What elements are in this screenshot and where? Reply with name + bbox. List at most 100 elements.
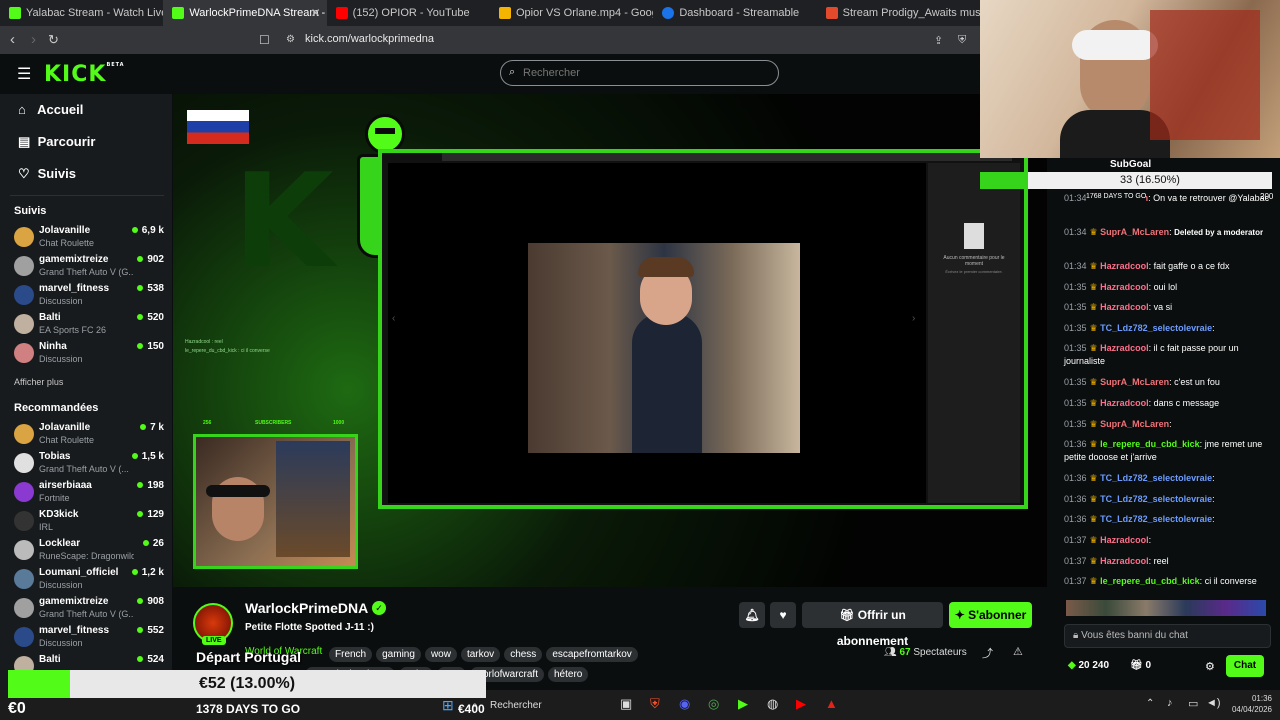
tab-yalabac[interactable]: Yalabac Stream - Watch Live on Kick — [0, 0, 163, 26]
obs-app-icon[interactable]: ◍ — [767, 696, 778, 712]
divider — [10, 195, 164, 196]
discord-app-icon[interactable]: ◉ — [679, 696, 690, 712]
chat-send-button[interactable]: Chat — [1226, 655, 1264, 677]
share-icon[interactable]: ⇪ — [934, 34, 943, 47]
sidebar-channel[interactable]: Tobias Grand Theft Auto V (... 1,5 k — [14, 451, 164, 479]
tray-chevron-icon[interactable]: ⌃ — [1146, 698, 1154, 709]
chat-username[interactable]: TC_Ldz782_selectolevraie — [1100, 473, 1212, 483]
next-photo-icon[interactable]: › — [912, 313, 915, 324]
tab-youtube[interactable]: (152) OPIOR - YouTube — [327, 0, 490, 26]
pdf-app-icon[interactable]: ▲ — [825, 696, 838, 711]
tab-warlockprimedna[interactable]: WarlockPrimeDNA Stream - V ✕ — [163, 0, 327, 26]
chat-username[interactable]: TC_Ldz782_selectolevraie — [1100, 514, 1212, 524]
tag[interactable]: chess — [504, 647, 543, 662]
chat-username[interactable]: SuprA_McLaren — [1100, 419, 1169, 429]
gift-subscription-button[interactable]: 🎁︎ Offrir un abonnement — [802, 602, 943, 648]
sidebar-channel[interactable]: Balti EA Sports FC 26 520 — [14, 312, 164, 340]
chat-settings-icon[interactable]: ⚙ — [1205, 660, 1215, 673]
tab-stream-list[interactable]: Stream Prodigy_Awaits music | List — [817, 0, 980, 26]
network-icon[interactable]: ▭ — [1188, 697, 1198, 710]
sidebar-channel[interactable]: marvel_fitness Discussion 538 — [14, 283, 164, 311]
chrome-app-icon[interactable]: ◎ — [708, 696, 719, 712]
subscribe-button[interactable]: ✦ S'abonner — [949, 602, 1032, 628]
sidebar: ⌂ Accueil ▤ Parcourir ♡ Suivis Suivis Jo… — [0, 94, 172, 690]
sidebar-channel[interactable]: Jolavanille Chat Roulette 6,9 k — [14, 225, 164, 253]
channel-name: Balti — [39, 312, 61, 323]
brave-shield-icon[interactable]: ⛨ — [958, 34, 966, 47]
tag[interactable]: tarkov — [460, 647, 501, 662]
tag[interactable]: escapefromtarkov — [546, 647, 638, 662]
chat-username[interactable]: TC_Ldz782_selectolevraie — [1100, 323, 1212, 333]
tag[interactable]: gaming — [376, 647, 421, 662]
chat-username[interactable]: Hazradcool — [1100, 535, 1149, 545]
kick-app-icon[interactable]: ▶ — [738, 696, 748, 712]
back-icon[interactable]: ‹ — [10, 31, 15, 48]
message-separator: : — [1212, 322, 1215, 333]
notification-bell-button[interactable]: 🔔︎ — [739, 602, 765, 628]
search-input[interactable] — [523, 67, 763, 79]
show-more-link[interactable]: Afficher plus — [14, 377, 63, 387]
bookmark-icon[interactable]: ☐ — [259, 33, 270, 47]
viewer-count: 524 — [137, 654, 164, 665]
report-icon[interactable]: ⚠ — [1013, 645, 1023, 658]
chat-username[interactable]: SuprA_McLaren — [1100, 377, 1169, 387]
chat-username[interactable]: Hazradcool — [1100, 282, 1149, 292]
chat-username[interactable]: Hazradcool — [1100, 261, 1149, 271]
russian-flag — [187, 110, 249, 144]
sidebar-channel[interactable]: airserbiaaa Fortnite 198 — [14, 480, 164, 508]
close-tab-icon[interactable]: ✕ — [311, 0, 321, 26]
sidebar-channel[interactable]: gamemixtreize Grand Theft Auto V (G... 902 — [14, 254, 164, 282]
sidebar-channel[interactable]: gamemixtreize Grand Theft Auto V (G... 908 — [14, 596, 164, 624]
gift-count[interactable]: 🎁︎ 0 — [1130, 660, 1151, 671]
channel-name[interactable]: WarlockPrimeDNA — [245, 600, 368, 616]
prev-photo-icon[interactable]: ‹ — [392, 313, 395, 324]
sidebar-item-home[interactable]: ⌂ Accueil — [18, 102, 83, 117]
sidebar-channel[interactable]: Locklear RuneScape: Dragonwilds 26 — [14, 538, 164, 566]
chat-username[interactable]: le_repere_du_cbd_kick — [1100, 576, 1200, 586]
forward-icon[interactable]: › — [31, 31, 36, 48]
chat-username[interactable]: SuprA_McLaren — [1100, 227, 1169, 237]
chat-username[interactable]: le_repere_du_cbd_kick — [1100, 439, 1200, 449]
chat-username[interactable]: TC_Ldz782_selectolevraie — [1100, 494, 1212, 504]
tag[interactable]: French — [329, 647, 373, 662]
video-player[interactable]: K Hazradcool : reel le_repere_du_cbd_kic… — [173, 94, 1047, 587]
badge-icon: ♛ — [1089, 227, 1101, 237]
channel-points[interactable]: ◆ 20 240 — [1068, 660, 1109, 671]
chat-username[interactable]: Hazradcool — [1100, 556, 1149, 566]
tag[interactable]: hétero — [548, 667, 589, 682]
kick-logo[interactable]: KICKBETA — [44, 62, 125, 87]
sidebar-channel[interactable]: marvel_fitness Discussion 552 — [14, 625, 164, 653]
tag[interactable]: wow — [424, 647, 457, 662]
reload-icon[interactable]: ↻ — [48, 32, 59, 48]
sidebar-channel[interactable]: Ninha Discussion 150 — [14, 341, 164, 369]
site-info-icon[interactable]: ⚙ — [286, 34, 295, 45]
follow-heart-button[interactable]: ♥ — [770, 602, 796, 628]
chat-panel: SubGoal 200 01:34♛ ScMcLaren: On va te r… — [1050, 158, 1280, 690]
search-bar[interactable]: ⌕ — [500, 60, 779, 86]
tab-streamable[interactable]: Dashboard - Streamable — [653, 0, 816, 26]
windows-start-icon[interactable]: ⊞ — [442, 697, 454, 714]
sidebar-channel[interactable]: KD3kick IRL 129 — [14, 509, 164, 537]
sidebar-item-browse[interactable]: ▤ Parcourir — [18, 134, 95, 150]
youtube-app-icon[interactable]: ▶ — [796, 696, 806, 712]
menu-icon[interactable]: ☰ — [17, 64, 31, 84]
volume-icon[interactable]: ◄) — [1206, 697, 1221, 709]
chat-username[interactable]: Hazradcool — [1100, 343, 1149, 353]
brave-app-icon[interactable]: ⛨ — [650, 696, 660, 712]
share-icon[interactable]: ⤴ — [982, 645, 993, 661]
url-field[interactable]: kick.com/warlockprimedna — [305, 33, 434, 45]
taskbar-search[interactable]: ⌕ Rechercher — [466, 696, 606, 715]
sidebar-channel[interactable]: Loumani_officiel Discussion 1,2 k — [14, 567, 164, 595]
viewer-count: 129 — [137, 509, 164, 520]
avatar — [14, 256, 34, 276]
microphone-icon[interactable]: ♪ — [1167, 697, 1173, 709]
chat-username[interactable]: Hazradcool — [1100, 398, 1149, 408]
sidebar-item-following[interactable]: ♡ Suivis — [18, 166, 76, 182]
sidebar-channel[interactable]: Jolavanille Chat Roulette 7 k — [14, 422, 164, 450]
clock[interactable]: 01:36 04/04/2026 — [1222, 693, 1272, 715]
chat-message: 01:36 ♛ TC_Ldz782_selectolevraie: — [1064, 493, 1272, 506]
tab-google-drive[interactable]: Opior VS Orlane.mp4 - Google Drive — [490, 0, 653, 26]
chat-username[interactable]: Hazradcool — [1100, 302, 1149, 312]
task-view-icon[interactable]: ▣ — [620, 696, 632, 712]
chat-message: 01:36 ♛ TC_Ldz782_selectolevraie: — [1064, 513, 1272, 526]
